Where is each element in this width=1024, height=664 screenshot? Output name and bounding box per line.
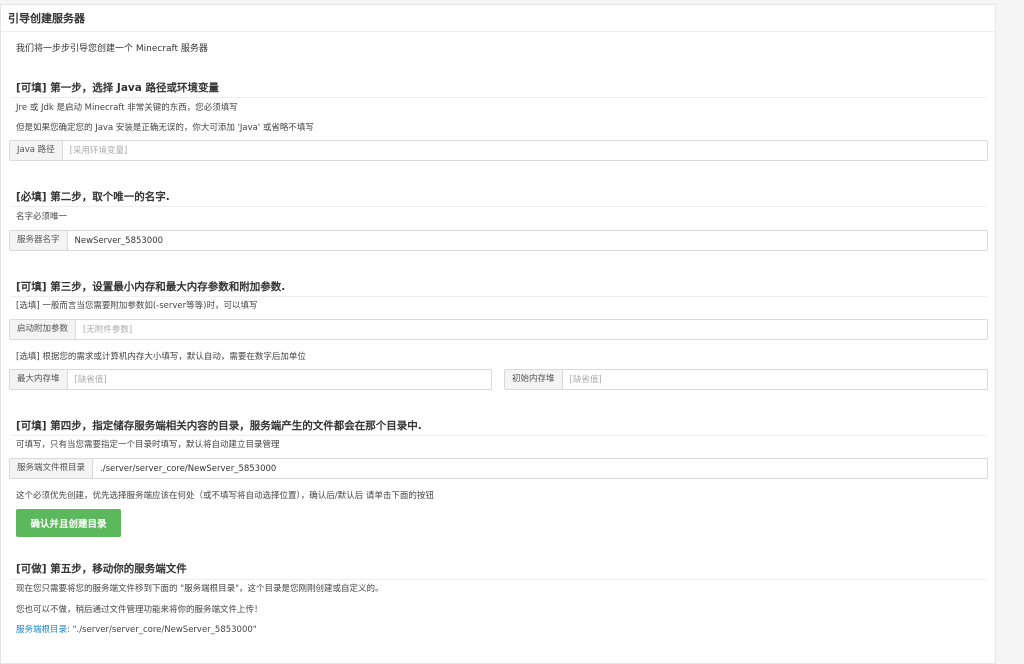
step2-title: [必填] 第二步，取个唯一的名字. bbox=[16, 191, 170, 203]
min-memory-group: 初始内存堆 bbox=[504, 369, 988, 390]
java-path-group: Java 路径 bbox=[9, 140, 988, 161]
step2-divider bbox=[11, 206, 987, 207]
intro-text: 我们将一步步引导您创建一个 Minecraft 服务器 bbox=[16, 44, 208, 54]
step3-desc1: [选填] 一般而言当您需要附加参数如(-server等等)时，可以填写 bbox=[16, 301, 258, 311]
server-name-label: 服务器名字 bbox=[10, 231, 68, 250]
server-name-group: 服务器名字 bbox=[9, 230, 988, 251]
server-root-path: "./server/server_core/NewServer_5853000" bbox=[69, 625, 257, 635]
step4-note: 这个必须优先创建，优先选择服务端应该在何处（或不填写将自动选择位置），确认后/默… bbox=[16, 491, 434, 501]
step1-desc2: 但是如果您确定您的 Java 安装是正确无误的，你大可添加 'Java' 或省略… bbox=[16, 123, 314, 133]
server-root-label: 服务端根目录: bbox=[16, 625, 70, 635]
step3-desc2: [选填] 根据您的需求或计算机内存大小填写，默认自动，需要在数字后加单位 bbox=[16, 352, 306, 362]
step5-desc1: 现在您只需要将您的服务端文件移到下面的 "服务端根目录"，这个目录是您刚刚创建或… bbox=[16, 584, 384, 594]
step5-divider bbox=[11, 579, 987, 580]
create-server-panel: 引导创建服务器 我们将一步步引导您创建一个 Minecraft 服务器 [可填]… bbox=[0, 4, 996, 664]
server-dir-input[interactable] bbox=[93, 459, 987, 478]
step1-desc1: Jre 或 Jdk 是启动 Minecraft 非常关键的东西，您必须填写 bbox=[16, 103, 238, 113]
max-memory-input[interactable] bbox=[67, 370, 491, 389]
server-root-line: 服务端根目录: "./server/server_core/NewServer_… bbox=[16, 623, 257, 635]
step1-title: [可填] 第一步，选择 Java 路径或环境变量 bbox=[16, 82, 219, 94]
java-path-input[interactable] bbox=[62, 141, 987, 160]
step4-divider bbox=[11, 435, 987, 436]
step3-divider bbox=[11, 296, 987, 297]
launch-args-input[interactable] bbox=[76, 320, 987, 339]
server-name-input[interactable] bbox=[67, 231, 987, 250]
max-memory-group: 最大内存堆 bbox=[9, 369, 492, 390]
min-memory-label: 初始内存堆 bbox=[505, 370, 563, 389]
server-dir-group: 服务端文件根目录 bbox=[9, 458, 988, 479]
step2-desc: 名字必须唯一 bbox=[16, 212, 68, 222]
max-memory-label: 最大内存堆 bbox=[10, 370, 68, 389]
launch-args-group: 启动附加参数 bbox=[9, 319, 988, 340]
min-memory-input[interactable] bbox=[562, 370, 987, 389]
step5-title: [可做] 第五步，移动你的服务端文件 bbox=[16, 563, 187, 575]
step1-divider bbox=[11, 97, 987, 98]
step3-title: [可填] 第三步，设置最小内存和最大内存参数和附加参数. bbox=[16, 281, 286, 293]
step5-desc2: 您也可以不做，稍后通过文件管理功能来将你的服务端文件上传！ bbox=[16, 605, 263, 615]
confirm-create-dir-button[interactable]: 确认并且创建目录 bbox=[16, 509, 121, 537]
server-dir-label: 服务端文件根目录 bbox=[10, 459, 94, 478]
panel-title: 引导创建服务器 bbox=[1, 5, 995, 32]
step4-title: [可填] 第四步，指定储存服务端相关内容的目录，服务端产生的文件都会在那个目录中… bbox=[16, 420, 422, 432]
java-path-label: Java 路径 bbox=[10, 141, 63, 160]
step4-desc: 可填写，只有当您需要指定一个目录时填写，默认将自动建立目录管理 bbox=[16, 440, 280, 450]
launch-args-label: 启动附加参数 bbox=[10, 320, 77, 339]
